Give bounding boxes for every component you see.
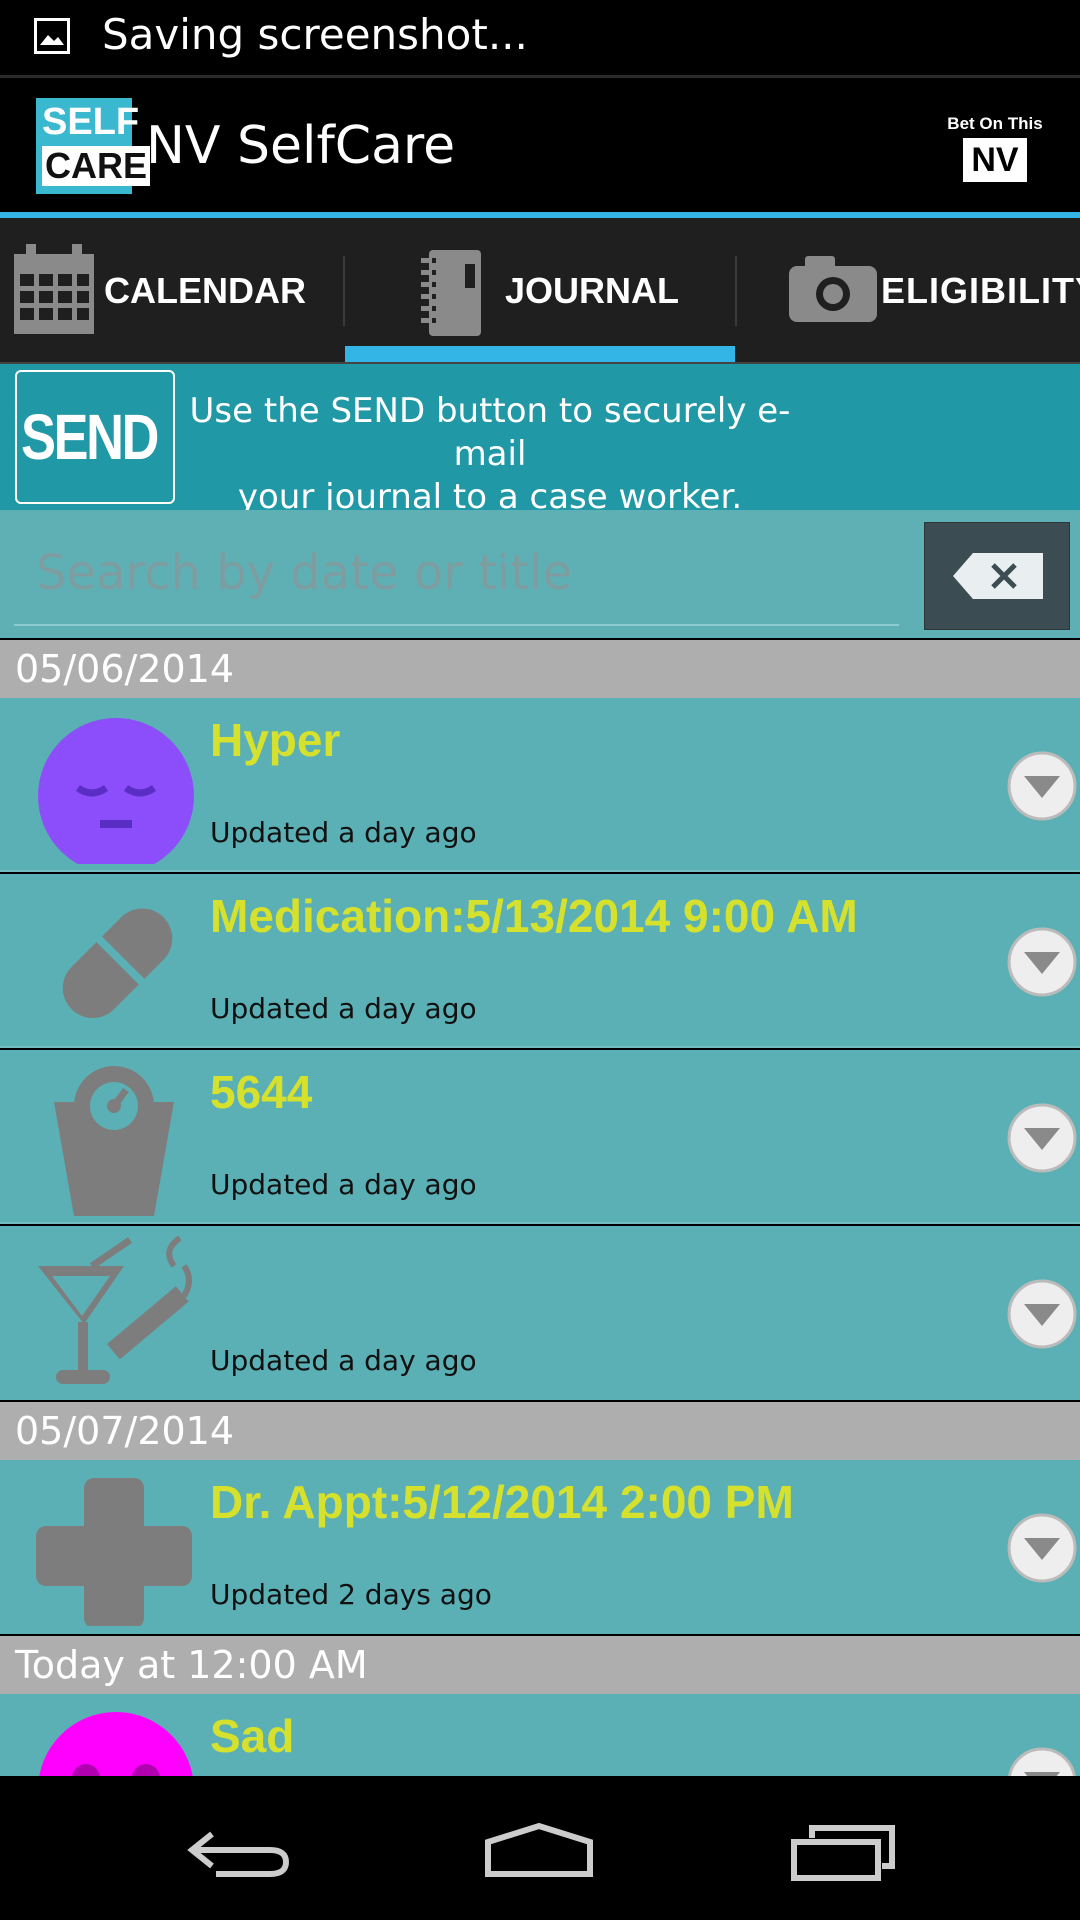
date-header-text: 05/07/2014 xyxy=(15,1409,235,1453)
home-icon[interactable] xyxy=(484,1822,594,1878)
bet-on-this-badge[interactable]: Bet On This NV xyxy=(930,114,1060,194)
tab-eligibility-label: ELIGIBILITY xyxy=(881,270,1080,311)
entry-updated: Updated a day ago xyxy=(210,992,477,1025)
row-divider xyxy=(0,870,1080,872)
entry-title: Dr. Appt:5/12/2014 2:00 PM xyxy=(210,1476,794,1528)
date-header: 05/06/2014 xyxy=(0,640,1080,698)
sad-face-icon xyxy=(39,1712,193,1776)
logo-line1: SELF xyxy=(42,101,140,143)
send-instructions-line1: Use the SEND button to securely e-mail xyxy=(189,391,791,474)
entry-title: Medication:5/13/2014 9:00 AM xyxy=(210,890,858,942)
list-item[interactable]: 5644 Updated a day ago xyxy=(0,1050,1080,1224)
medical-cross-icon xyxy=(36,1478,192,1626)
date-header-text: 05/06/2014 xyxy=(15,647,235,691)
expand-icon[interactable] xyxy=(1006,750,1078,822)
recent-apps-icon[interactable] xyxy=(790,1824,896,1882)
tab-calendar-label: CALENDAR xyxy=(104,270,306,311)
list-item[interactable]: Hyper Updated a day ago xyxy=(0,698,1080,872)
date-header: Today at 12:00 AM xyxy=(0,1636,1080,1694)
expand-icon[interactable] xyxy=(1006,1278,1078,1350)
list-item[interactable]: Dr. Appt:5/12/2014 2:00 PM Updated 2 day… xyxy=(0,1460,1080,1634)
tab-journal[interactable]: JOURNAL xyxy=(345,218,735,362)
app-title: NV SelfCare xyxy=(146,116,456,176)
status-bar: Saving screenshot... xyxy=(0,0,1080,75)
clear-search-button[interactable] xyxy=(924,522,1070,630)
badge-caption: Bet On This xyxy=(947,114,1043,133)
tab-eligibility[interactable]: ELIGIBILITY xyxy=(737,218,1080,362)
search-input[interactable] xyxy=(14,522,899,626)
send-instructions: Use the SEND button to securely e-mail y… xyxy=(170,390,810,519)
send-button[interactable]: SEND xyxy=(15,370,175,504)
cocktail-cigarette-icon xyxy=(38,1236,192,1384)
app-logo: SELF CARE xyxy=(36,98,151,194)
tab-bar: CALENDAR JOURNAL ELIGIBILITY xyxy=(0,218,1080,362)
journal-icon xyxy=(421,250,481,336)
entry-title: 5644 xyxy=(210,1066,313,1118)
date-header-text: Today at 12:00 AM xyxy=(15,1643,368,1687)
list-item[interactable]: Sad xyxy=(0,1694,1080,1776)
backspace-icon xyxy=(953,553,1043,599)
expand-icon[interactable] xyxy=(1006,1512,1078,1584)
entry-title: Hyper xyxy=(210,714,341,766)
row-divider xyxy=(0,1222,1080,1224)
expand-icon[interactable] xyxy=(1006,926,1078,998)
selected-tab-indicator xyxy=(345,346,735,362)
status-notification-text: Saving screenshot... xyxy=(102,10,528,59)
expand-icon[interactable] xyxy=(1006,1102,1078,1174)
mood-face-icon xyxy=(38,718,194,864)
row-divider xyxy=(0,1046,1080,1048)
entry-updated: Updated a day ago xyxy=(210,816,477,849)
action-bar: SELF CARE NV SelfCare Bet On This NV xyxy=(0,78,1080,212)
weight-scale-icon xyxy=(54,1066,174,1216)
calendar-icon xyxy=(14,244,94,334)
pill-icon xyxy=(62,908,173,1019)
entry-updated: Updated a day ago xyxy=(210,1344,477,1377)
send-button-label: SEND xyxy=(21,401,159,473)
entry-title: Sad xyxy=(210,1710,295,1762)
back-icon[interactable] xyxy=(186,1826,292,1878)
image-icon xyxy=(34,18,70,54)
list-item[interactable]: Medication:5/13/2014 9:00 AM Updated a d… xyxy=(0,874,1080,1048)
tab-calendar[interactable]: CALENDAR xyxy=(0,218,344,362)
logo-line2: CARE xyxy=(42,146,151,186)
tab-journal-label: JOURNAL xyxy=(505,270,680,311)
entry-updated: Updated a day ago xyxy=(210,1168,477,1201)
badge-mark: NV xyxy=(963,138,1027,182)
date-header: 05/07/2014 xyxy=(0,1402,1080,1460)
list-item[interactable]: Updated a day ago xyxy=(0,1226,1080,1400)
navigation-bar xyxy=(0,1776,1080,1920)
camera-icon xyxy=(789,256,877,322)
expand-icon[interactable] xyxy=(1006,1746,1078,1776)
entry-updated: Updated 2 days ago xyxy=(210,1578,492,1611)
